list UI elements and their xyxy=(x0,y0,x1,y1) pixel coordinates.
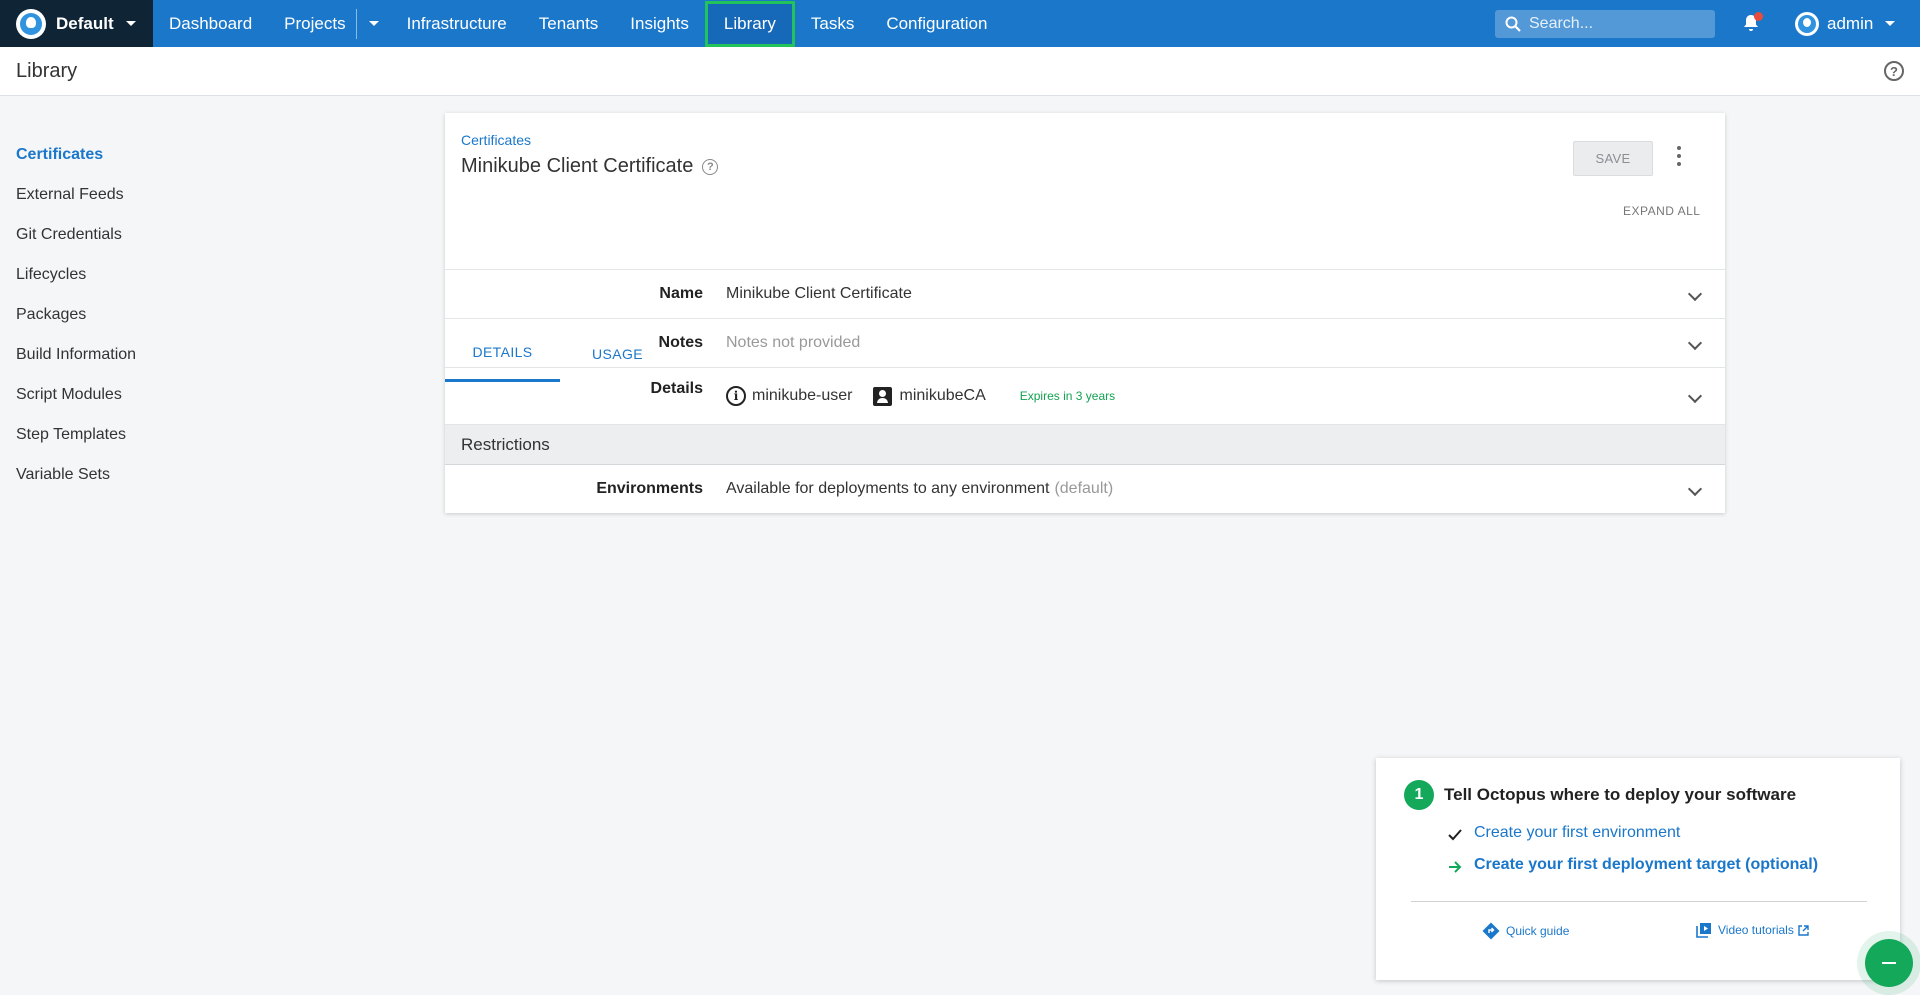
field-value: Available for deployments to any environ… xyxy=(726,480,1113,498)
field-label: Notes xyxy=(658,334,703,351)
space-logo-icon xyxy=(16,8,46,39)
quick-guide-label: Quick guide xyxy=(1506,924,1570,938)
search-icon xyxy=(1505,16,1521,32)
environments-default-suffix: (default) xyxy=(1054,480,1114,497)
video-tutorials-label: Video tutorials xyxy=(1718,923,1794,937)
page-header: Library ? xyxy=(0,47,1920,96)
info-icon: i xyxy=(726,386,746,406)
field-label: Environments xyxy=(596,480,703,497)
check-icon xyxy=(1448,829,1462,841)
create-environment-link[interactable]: Create your first environment xyxy=(1474,824,1680,842)
chevron-down-icon xyxy=(1687,388,1703,404)
nav-infrastructure[interactable]: Infrastructure xyxy=(391,0,523,47)
space-switcher[interactable]: Default xyxy=(0,0,153,47)
sidebar-item-certificates[interactable]: Certificates xyxy=(16,135,216,175)
chevron-down-icon xyxy=(1687,481,1703,497)
chevron-down-icon xyxy=(125,21,136,26)
field-value: Minikube Client Certificate xyxy=(726,285,912,302)
divider xyxy=(1411,901,1867,902)
help-icon[interactable]: ? xyxy=(1884,61,1904,81)
certificate-subject: minikube-user xyxy=(752,387,853,404)
top-navigation-bar: Default Dashboard Projects Infrastructur… xyxy=(0,0,1920,47)
projects-dropdown-button[interactable] xyxy=(355,8,391,39)
sidebar-item-lifecycles[interactable]: Lifecycles xyxy=(16,255,216,295)
nav-projects[interactable]: Projects xyxy=(268,0,355,47)
certificate-card: Certificates Minikube Client Certificate… xyxy=(445,113,1725,513)
chevron-down-icon xyxy=(1885,21,1896,26)
certificate-title-text: Minikube Client Certificate xyxy=(461,155,694,177)
more-options-icon[interactable] xyxy=(1676,146,1682,166)
field-row-name[interactable]: Name Minikube Client Certificate xyxy=(445,269,1725,318)
sidebar-item-external-feeds[interactable]: External Feeds xyxy=(16,175,216,215)
field-row-details[interactable]: Details i minikube-user minikubeCA Expir… xyxy=(445,367,1725,424)
field-label: Name xyxy=(659,285,703,302)
external-link-icon xyxy=(1798,924,1809,936)
nav-tenants[interactable]: Tenants xyxy=(523,0,615,47)
avatar xyxy=(1795,11,1819,36)
user-name: admin xyxy=(1827,13,1874,33)
nav-configuration[interactable]: Configuration xyxy=(870,0,1003,47)
breadcrumb[interactable]: Certificates xyxy=(461,132,531,148)
library-sidebar: Certificates External Feeds Git Credenti… xyxy=(16,135,216,495)
sidebar-item-variable-sets[interactable]: Variable Sets xyxy=(16,455,216,495)
field-row-environments[interactable]: Environments Available for deployments t… xyxy=(445,464,1725,513)
field-label: Details xyxy=(650,380,703,397)
chevron-down-icon xyxy=(368,21,379,26)
certificate-title: Minikube Client Certificate ? xyxy=(461,155,719,178)
save-button[interactable]: SAVE xyxy=(1573,141,1653,176)
sidebar-item-packages[interactable]: Packages xyxy=(16,295,216,335)
space-label: Default xyxy=(56,13,114,33)
quick-guide-link[interactable]: Quick guide xyxy=(1482,922,1569,940)
section-heading: Restrictions xyxy=(461,434,550,454)
getting-started-title: Tell Octopus where to deploy your softwa… xyxy=(1444,785,1797,804)
getting-started-panel: 1 Tell Octopus where to deploy your soft… xyxy=(1376,758,1900,980)
field-row-notes[interactable]: Notes Notes not provided xyxy=(445,318,1725,367)
sidebar-item-build-information[interactable]: Build Information xyxy=(16,335,216,375)
field-value: Notes not provided xyxy=(726,334,861,351)
environments-value: Available for deployments to any environ… xyxy=(726,480,1050,497)
minus-icon xyxy=(1882,962,1896,964)
restrictions-section-header: Restrictions xyxy=(445,424,1725,464)
user-menu[interactable]: admin xyxy=(1795,0,1896,47)
page-title: Library xyxy=(16,59,78,82)
expand-all-button[interactable]: EXPAND ALL xyxy=(1623,204,1700,218)
arrow-right-icon xyxy=(1449,861,1462,873)
notifications-button[interactable] xyxy=(1740,12,1763,34)
nav-dashboard[interactable]: Dashboard xyxy=(153,0,268,47)
certificate-issuer: minikubeCA xyxy=(899,387,986,404)
step-number-badge: 1 xyxy=(1404,780,1434,810)
sidebar-item-script-modules[interactable]: Script Modules xyxy=(16,375,216,415)
chevron-down-icon xyxy=(1687,286,1703,302)
certificate-details-summary: i minikube-user minikubeCA Expires in 3 … xyxy=(726,386,1115,406)
contact-card-icon xyxy=(873,386,893,406)
sidebar-item-git-credentials[interactable]: Git Credentials xyxy=(16,215,216,255)
search-box xyxy=(1495,10,1715,38)
chevron-down-icon xyxy=(1687,335,1703,351)
nav-insights[interactable]: Insights xyxy=(614,0,705,47)
create-deployment-target-link[interactable]: Create your first deployment target (opt… xyxy=(1474,856,1818,874)
video-library-icon xyxy=(1696,923,1711,938)
nav-library[interactable]: Library xyxy=(704,0,795,47)
notification-dot xyxy=(1754,12,1763,21)
directions-icon xyxy=(1482,922,1500,940)
collapse-getting-started-button[interactable] xyxy=(1865,939,1913,987)
search-input[interactable] xyxy=(1529,15,1699,33)
nav-tasks[interactable]: Tasks xyxy=(795,0,870,47)
help-circle-icon[interactable]: ? xyxy=(702,158,719,175)
expiry-status: Expires in 3 years xyxy=(1019,389,1116,403)
main-nav: Dashboard Projects Infrastructure Tenant… xyxy=(153,0,1003,47)
sidebar-item-step-templates[interactable]: Step Templates xyxy=(16,415,216,455)
video-tutorials-link[interactable]: Video tutorials xyxy=(1696,922,1809,938)
